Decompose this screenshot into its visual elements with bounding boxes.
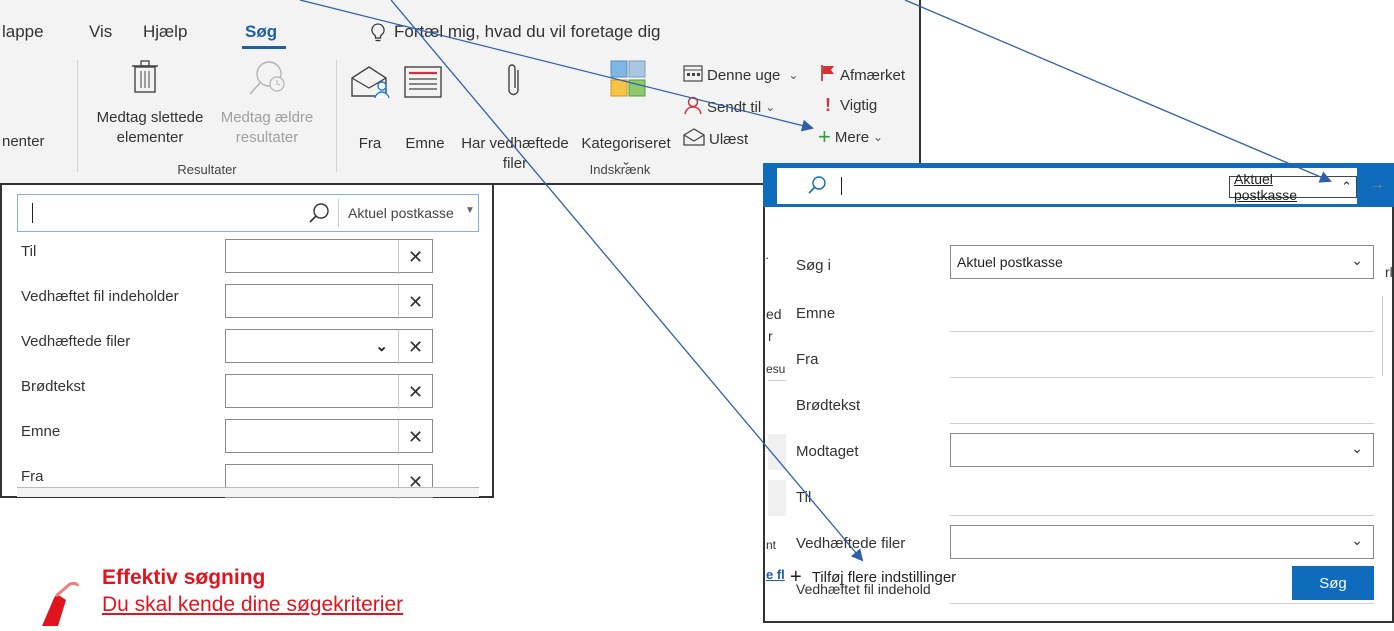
annotation-arrow: [390, 0, 864, 562]
annotation-arrow: [904, 0, 1332, 183]
annotation-arrows: [299, 0, 1332, 562]
annotation-arrow: [299, 0, 814, 132]
